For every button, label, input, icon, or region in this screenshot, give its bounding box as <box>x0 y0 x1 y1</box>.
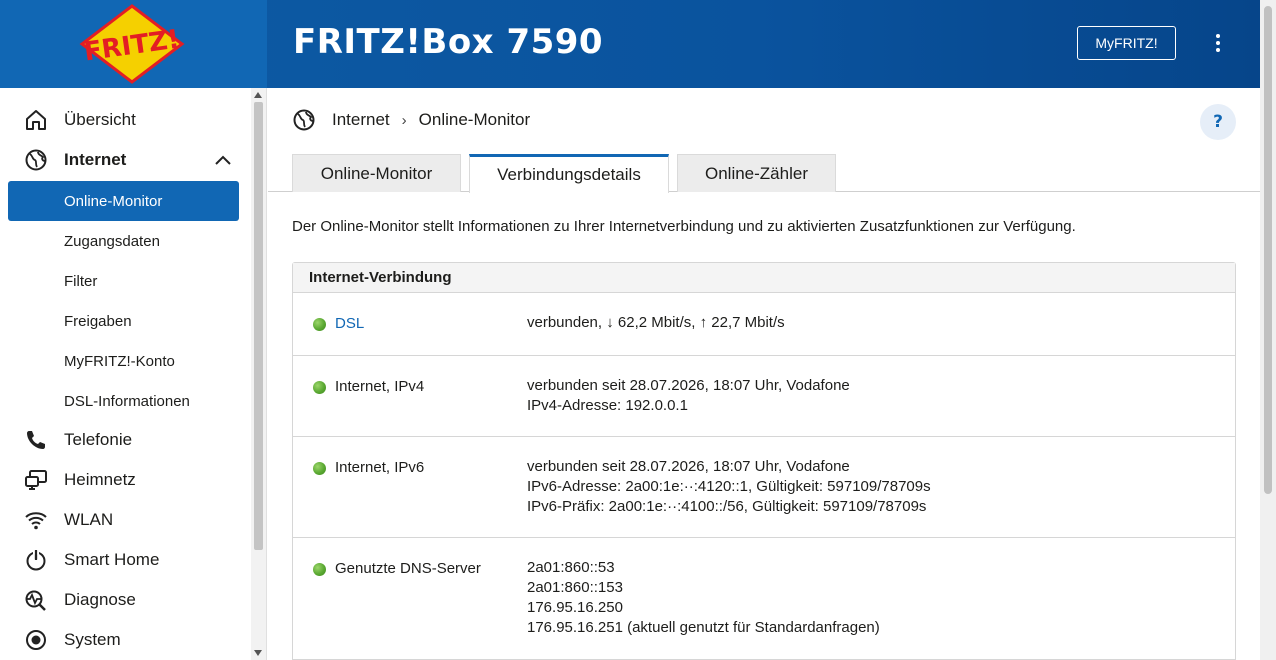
sidebar-subitem-label: Freigaben <box>64 312 132 330</box>
row-value: 2a01:860::53 <box>527 559 615 576</box>
status-indicator-icon <box>313 318 326 331</box>
sidebar-item-label: Smart Home <box>64 550 160 569</box>
fritz-logo[interactable]: FRITZ! <box>78 4 186 84</box>
page-scrollbar-thumb[interactable] <box>1264 6 1272 494</box>
row-label: Internet, IPv4 <box>335 378 425 395</box>
row-value: IPv4-Adresse: 192.0.0.1 <box>527 397 688 414</box>
sidebar-subitem-label: DSL-Informationen <box>64 392 190 410</box>
phone-icon <box>24 428 48 452</box>
row-value: 176.95.16.251 (aktuell genutzt für Stand… <box>527 619 880 636</box>
sidebar-subitem-online-monitor[interactable]: Online-Monitor <box>8 181 239 221</box>
sidebar-scrollbar-thumb[interactable] <box>254 102 263 550</box>
page-title: FRITZ!Box 7590 <box>293 22 604 62</box>
row-value: IPv6-Präfix: 2a00:1e:··:4100::/56, Gülti… <box>527 498 927 515</box>
chevron-right-icon: › <box>401 111 407 129</box>
breadcrumb-root[interactable]: Internet <box>332 110 390 130</box>
fritzbox-app: FRITZ! FRITZ!Box 7590 MyFRITZ! Übersicht… <box>0 0 1276 660</box>
row-value: 2a01:860::153 <box>527 579 623 596</box>
sidebar-subitem-freigaben[interactable]: Freigaben <box>8 301 239 341</box>
scroll-up-arrow-icon[interactable] <box>254 92 262 98</box>
wifi-icon <box>24 508 48 532</box>
sidebar-subitem-label: Online-Monitor <box>64 192 163 210</box>
page-scrollbar[interactable] <box>1260 0 1276 660</box>
sidebar-item-label: Telefonie <box>64 430 133 449</box>
dsl-link[interactable]: DSL <box>335 315 364 332</box>
tab-online-monitor[interactable]: Online-Monitor <box>292 154 461 192</box>
sidebar: Übersicht Internet Online-Monitor Zugang… <box>0 88 267 660</box>
panel-title: Internet-Verbindung <box>293 263 1235 293</box>
diagnose-icon <box>24 588 48 612</box>
system-icon <box>24 628 48 652</box>
breadcrumb: Internet › Online-Monitor <box>292 108 530 132</box>
status-indicator-icon <box>313 381 326 394</box>
sidebar-item-label: Internet <box>64 150 127 169</box>
help-button[interactable]: ? <box>1200 104 1236 140</box>
sidebar-item-label: WLAN <box>64 510 114 529</box>
network-icon <box>24 468 48 492</box>
kebab-menu-icon[interactable] <box>1206 30 1230 56</box>
logo-area: FRITZ! <box>0 0 267 88</box>
tab-bar: Online-Monitor Verbindungsdetails Online… <box>268 154 1260 193</box>
internet-connection-panel: Internet-Verbindung DSL verbunden, ↓ 62,… <box>292 262 1236 660</box>
header-bar: FRITZ! FRITZ!Box 7590 MyFRITZ! <box>0 0 1260 88</box>
chevron-up-icon[interactable] <box>214 151 232 169</box>
row-label: Internet, IPv6 <box>335 459 425 476</box>
table-row: Internet, IPv4 verbunden seit 28.07.2026… <box>293 356 1235 437</box>
row-label: Genutzte DNS-Server <box>335 560 481 577</box>
sidebar-subitem-label: Filter <box>64 272 98 290</box>
sidebar-item-label: Heimnetz <box>64 470 136 489</box>
sidebar-item-internet[interactable]: Internet <box>0 140 250 180</box>
smart-home-icon <box>24 548 48 572</box>
sidebar-subitem-dsl-informationen[interactable]: DSL-Informationen <box>8 381 239 421</box>
row-value: 176.95.16.250 <box>527 599 623 616</box>
sidebar-item-telefonie[interactable]: Telefonie <box>0 420 250 460</box>
sidebar-subitem-label: MyFRITZ!-Konto <box>64 352 175 370</box>
table-row: DSL verbunden, ↓ 62,2 Mbit/s, ↑ 22,7 Mbi… <box>293 293 1235 356</box>
table-row: Internet, IPv6 verbunden seit 28.07.2026… <box>293 437 1235 538</box>
row-value: verbunden seit 28.07.2026, 18:07 Uhr, Vo… <box>527 458 850 475</box>
sidebar-scrollbar[interactable] <box>251 88 266 660</box>
sidebar-item-diagnose[interactable]: Diagnose <box>0 580 250 620</box>
sidebar-item-label: System <box>64 630 121 649</box>
table-row: Genutzte DNS-Server 2a01:860::53 2a01:86… <box>293 538 1235 660</box>
breadcrumb-current: Online-Monitor <box>418 110 531 129</box>
globe-icon <box>24 148 48 172</box>
row-value: verbunden seit 28.07.2026, 18:07 Uhr, Vo… <box>527 377 850 394</box>
globe-icon <box>292 108 316 132</box>
scroll-down-arrow-icon[interactable] <box>254 650 262 656</box>
home-icon <box>24 108 48 132</box>
sidebar-item-wlan[interactable]: WLAN <box>0 500 250 540</box>
main-content: Internet › Online-Monitor ? Online-Monit… <box>268 88 1260 660</box>
tab-online-zaehler[interactable]: Online-Zähler <box>677 154 836 192</box>
sidebar-item-heimnetz[interactable]: Heimnetz <box>0 460 250 500</box>
sidebar-item-system[interactable]: System <box>0 620 250 660</box>
sidebar-item-smart-home[interactable]: Smart Home <box>0 540 250 580</box>
status-indicator-icon <box>313 563 326 576</box>
sidebar-subitem-label: Zugangsdaten <box>64 232 160 250</box>
tab-verbindungsdetails[interactable]: Verbindungsdetails <box>469 154 669 193</box>
sidebar-subitem-myfritz-konto[interactable]: MyFRITZ!-Konto <box>8 341 239 381</box>
intro-text: Der Online-Monitor stellt Informationen … <box>292 218 1076 235</box>
status-indicator-icon <box>313 462 326 475</box>
sidebar-subitem-filter[interactable]: Filter <box>8 261 239 301</box>
sidebar-item-label: Diagnose <box>64 590 136 609</box>
sidebar-item-label: Übersicht <box>64 110 136 129</box>
sidebar-item-uebersicht[interactable]: Übersicht <box>0 100 250 140</box>
row-value: IPv6-Adresse: 2a00:1e:··:4120::1, Gültig… <box>527 478 931 495</box>
sidebar-subitem-zugangsdaten[interactable]: Zugangsdaten <box>8 221 239 261</box>
row-value: verbunden, ↓ 62,2 Mbit/s, ↑ 22,7 Mbit/s <box>527 314 785 331</box>
myfritz-button[interactable]: MyFRITZ! <box>1077 26 1176 60</box>
